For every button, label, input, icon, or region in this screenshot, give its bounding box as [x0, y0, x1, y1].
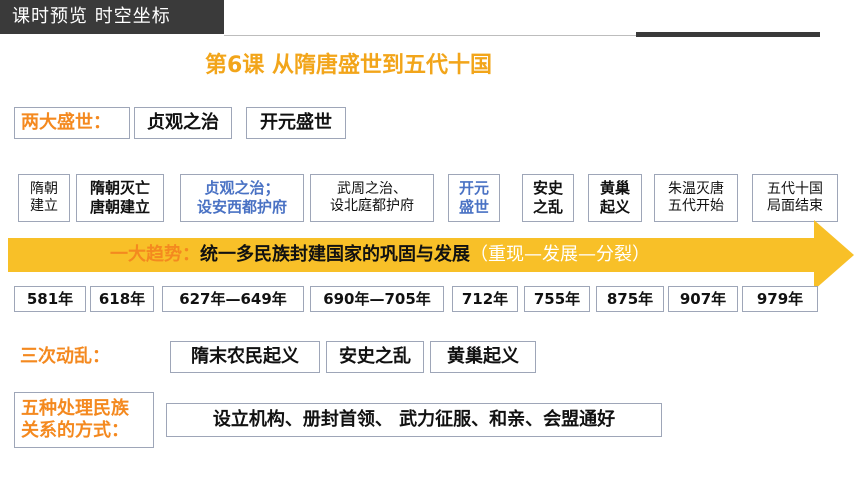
timeline-year-0: 581年 [14, 286, 86, 312]
prosperity-item-kaiyuan: 开元盛世 [246, 107, 346, 139]
ethnic-label-line1: 五种处理民族 [21, 397, 129, 419]
timeline-event-line1: 隋朝灭亡 [89, 179, 150, 198]
prosperity-label: 两大盛世： [14, 107, 130, 139]
timeline-year-7: 907年 [668, 286, 738, 312]
timeline-event-line1: 朱温灭唐 [668, 180, 724, 197]
turmoil-item-suimo: 隋末农民起义 [170, 341, 320, 373]
timeline-year-2: 627年—649年 [162, 286, 304, 312]
timeline-event-line1: 贞观之治； [204, 179, 280, 198]
timeline-event-line1: 武周之治、 [337, 180, 407, 197]
header-divider-line [224, 35, 640, 36]
turmoil-label: 三次动乱： [20, 345, 110, 367]
timeline-year-4: 712年 [452, 286, 518, 312]
timeline-event-5: 安史 之乱 [522, 174, 574, 222]
ethnic-label: 五种处理民族 关系的方式： [14, 392, 154, 448]
turmoil-item-anshi: 安史之乱 [326, 341, 424, 373]
timeline-event-line2: 之乱 [532, 198, 563, 216]
timeline-event-line2: 五代开始 [668, 198, 724, 214]
timeline-year-8: 979年 [742, 286, 818, 312]
timeline-event-8: 五代十国 局面结束 [752, 174, 838, 222]
header-accent-bar [636, 32, 820, 37]
timeline-event-line2: 起义 [599, 198, 630, 216]
timeline-arrow-head [814, 220, 854, 290]
timeline-year-3: 690年—705年 [310, 286, 444, 312]
turmoil-item-huangchao: 黄巢起义 [430, 341, 536, 373]
trend-statement: 一大趋势：统一多民族封建国家的巩固与发展（重现—发展—分裂） [110, 238, 760, 272]
timeline-event-2: 贞观之治； 设安西都护府 [180, 174, 304, 222]
timeline-year-6: 875年 [596, 286, 664, 312]
trend-paren: （重现—发展—分裂） [470, 244, 650, 265]
timeline-year-1: 618年 [90, 286, 154, 312]
lesson-title: 第6课 从隋唐盛世到五代十国 [205, 53, 492, 78]
timeline-event-line1: 开元 [458, 179, 489, 198]
timeline-event-line2: 设北庭都护府 [330, 198, 414, 214]
timeline-event-line2: 盛世 [458, 198, 489, 216]
trend-text: 统一多民族封建国家的巩固与发展 [200, 244, 470, 265]
timeline-event-0: 隋朝 建立 [18, 174, 70, 222]
prosperity-item-zhenguan: 贞观之治 [134, 107, 232, 139]
timeline-event-line2: 唐朝建立 [89, 198, 150, 216]
timeline-event-line1: 隋朝 [30, 180, 58, 197]
timeline-event-line2: 局面结束 [767, 198, 823, 214]
timeline-event-7: 朱温灭唐 五代开始 [654, 174, 738, 222]
timeline-event-line1: 黄巢 [599, 179, 630, 198]
trend-label: 一大趋势： [110, 244, 200, 265]
ethnic-methods: 设立机构、册封首领、 武力征服、和亲、会盟通好 [166, 403, 662, 437]
timeline-event-line2: 建立 [30, 198, 58, 214]
timeline-event-4: 开元 盛世 [448, 174, 500, 222]
ethnic-label-line2: 关系的方式： [21, 420, 129, 441]
section-header-tab: 课时预览 时空坐标 [0, 0, 224, 34]
timeline-event-3: 武周之治、 设北庭都护府 [310, 174, 434, 222]
timeline-event-line2: 设安西都护府 [196, 198, 287, 216]
timeline-year-5: 755年 [524, 286, 590, 312]
timeline-event-6: 黄巢 起义 [588, 174, 642, 222]
timeline-event-1: 隋朝灭亡 唐朝建立 [76, 174, 164, 222]
timeline-event-line1: 五代十国 [767, 180, 823, 197]
timeline-event-line1: 安史 [532, 179, 563, 198]
